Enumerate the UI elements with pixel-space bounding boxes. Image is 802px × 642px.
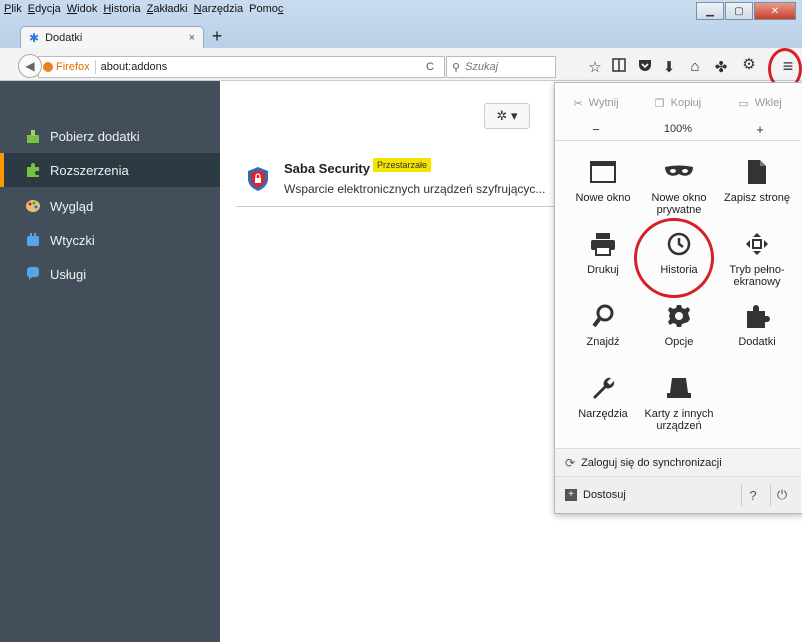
options-button[interactable]: Opcje — [638, 302, 720, 348]
print-icon — [562, 230, 644, 258]
legacy-badge: Przestarzałe — [373, 158, 432, 172]
tools-gear-button[interactable]: ✲ ▾ — [484, 103, 530, 129]
new-window-icon — [562, 158, 644, 186]
bookmark-star-icon[interactable]: ☆ — [584, 58, 606, 76]
menu-zakladki[interactable]: Zakładki — [147, 3, 188, 15]
private-window-button[interactable]: Nowe okno prywatne — [638, 158, 720, 216]
developer-tools-button[interactable]: Narzędzia — [562, 374, 644, 420]
minimize-button[interactable]: ▁ — [696, 2, 724, 20]
get-addons-icon — [24, 127, 42, 145]
panel-footer: + Dostosuj ? ⏻ — [555, 476, 801, 513]
addons-button[interactable]: Dodatki — [716, 302, 798, 348]
fullscreen-icon — [716, 230, 798, 258]
addons-sidebar: Pobierz dodatki Rozszerzenia Wygląd Wtyc… — [0, 81, 220, 642]
synced-tabs-icon — [638, 374, 720, 402]
cut-button[interactable]: ✂ Wytnij — [555, 97, 637, 110]
annotation-circle-history — [634, 218, 714, 298]
mask-icon — [638, 158, 720, 186]
pocket-icon[interactable] — [634, 58, 656, 76]
tab-title: Dodatki — [45, 32, 83, 44]
scissors-icon: ✂ — [573, 97, 583, 110]
back-button[interactable]: ◀ — [18, 54, 42, 78]
edit-controls-row: ✂ Wytnij ❐ Kopiuj ▭ Wklej — [555, 90, 801, 116]
search-input[interactable] — [463, 60, 548, 74]
plugins-icon — [24, 231, 42, 249]
menu-bar: Plik Edycja Widok Historia Zakładki Narz… — [0, 0, 289, 18]
save-page-button[interactable]: Zapisz stronę — [716, 158, 798, 204]
close-window-button[interactable]: ✕ — [754, 2, 796, 20]
addon-description: Wsparcie elektronicznych urządzeń szyfru… — [284, 182, 546, 196]
reload-icon[interactable]: C — [426, 61, 434, 73]
url-separator — [94, 60, 96, 74]
menu-pomoc[interactable]: Pomoc — [249, 3, 283, 15]
help-icon[interactable]: ? — [741, 484, 764, 506]
shield-icon — [246, 166, 270, 192]
sidebar-item-label: Rozszerzenia — [50, 162, 129, 178]
fullscreen-button[interactable]: Tryb pełno- ekranowy — [716, 230, 798, 288]
extensions-toolbar-icon[interactable]: ✤ — [710, 58, 732, 76]
zoom-in-button[interactable]: + — [719, 122, 801, 137]
puzzle-icon — [716, 302, 798, 330]
zoom-controls-row: − 100% + — [555, 118, 801, 141]
wrench-icon — [562, 374, 644, 402]
sidebar-item-services[interactable]: Usługi — [0, 257, 220, 291]
synced-tabs-button[interactable]: Karty z innych urządzeń — [638, 374, 720, 432]
sidebar-item-get-addons[interactable]: Pobierz dodatki — [0, 119, 220, 153]
new-tab-button[interactable]: + — [206, 26, 228, 48]
window-controls: ▁ ▢ ✕ — [695, 2, 796, 20]
sync-signin-button[interactable]: ⟳ Zaloguj się do synchronizacji — [555, 448, 801, 477]
find-button[interactable]: Znajdź — [562, 302, 644, 348]
download-icon[interactable]: ⬇ — [658, 58, 680, 76]
url-text[interactable]: about:addons — [101, 61, 426, 73]
search-icon: ⚲ — [452, 61, 461, 74]
tab-dodatki[interactable]: ✱ Dodatki × — [20, 26, 204, 49]
appearance-icon — [24, 197, 42, 215]
sidebar-item-appearance[interactable]: Wygląd — [0, 189, 220, 223]
sync-label: Zaloguj się do synchronizacji — [581, 457, 722, 469]
sidebar-item-label: Usługi — [50, 266, 87, 282]
tab-close-button[interactable]: × — [189, 32, 195, 44]
customize-icon: + — [565, 489, 577, 501]
firefox-icon — [43, 62, 53, 72]
copy-button[interactable]: ❐ Kopiuj — [637, 97, 719, 110]
zoom-reset-button[interactable]: 100% — [637, 123, 719, 135]
copy-icon: ❐ — [654, 97, 665, 110]
customize-toolbar-icon[interactable]: ⚙ — [738, 55, 760, 73]
paste-icon: ▭ — [738, 97, 749, 110]
menu-historia[interactable]: Historia — [103, 3, 140, 15]
maximize-button[interactable]: ▢ — [725, 2, 753, 20]
sidebar-item-label: Wtyczki — [50, 232, 95, 248]
services-icon — [24, 265, 42, 283]
quit-icon[interactable]: ⏻ — [770, 484, 793, 506]
extensions-icon — [24, 161, 42, 179]
addon-name: Saba Security — [284, 161, 370, 176]
search-bar[interactable]: ⚲ — [446, 56, 556, 78]
menu-narzedzia[interactable]: Narzędzia — [194, 3, 244, 15]
sidebar-item-label: Wygląd — [50, 198, 94, 214]
sync-icon: ⟳ — [565, 456, 576, 470]
gear-icon: ✲ ▾ — [496, 108, 518, 123]
save-page-icon — [716, 158, 798, 186]
sidebar-item-label: Pobierz dodatki — [50, 128, 140, 144]
gear-icon — [638, 302, 720, 330]
home-icon[interactable]: ⌂ — [684, 58, 706, 75]
menu-edycja[interactable]: Edycja — [28, 3, 61, 15]
sidebar-item-plugins[interactable]: Wtyczki — [0, 223, 220, 257]
puzzle-icon: ✱ — [29, 31, 40, 45]
print-button[interactable]: Drukuj — [562, 230, 644, 276]
zoom-out-button[interactable]: − — [555, 122, 637, 137]
menu-widok[interactable]: Widok — [67, 3, 98, 15]
magnifier-icon — [562, 302, 644, 330]
paste-button[interactable]: ▭ Wklej — [719, 97, 801, 110]
back-arrow-icon: ◀ — [25, 59, 35, 73]
identity-label: Firefox — [56, 61, 90, 73]
sidebar-item-extensions[interactable]: Rozszerzenia — [0, 153, 220, 187]
url-bar[interactable]: Firefox about:addons C — [38, 56, 445, 78]
bookmarks-menu-icon[interactable] — [608, 58, 630, 76]
customize-button[interactable]: Dostosuj — [583, 489, 741, 501]
menu-plik[interactable]: Plik — [4, 3, 22, 15]
new-window-button[interactable]: Nowe okno — [562, 158, 644, 204]
